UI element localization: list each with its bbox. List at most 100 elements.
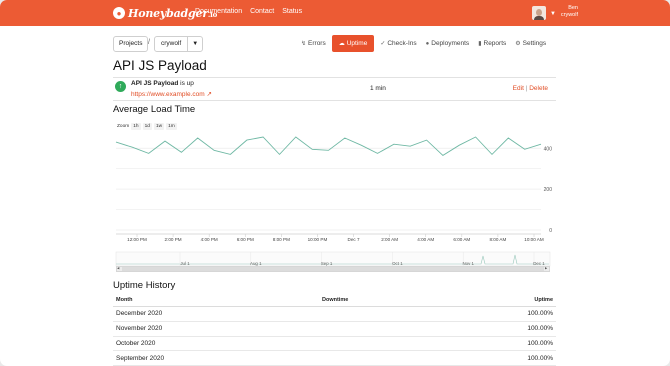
nav-documentation[interactable]: Documentation: [195, 8, 242, 15]
tab-reports[interactable]: ▮ Reports: [475, 35, 509, 52]
x-tick-label: 2:00 PM: [165, 237, 182, 242]
row-uptime: 100.00%: [438, 350, 556, 366]
row-downtime: [319, 306, 439, 322]
x-tick-label: 8:00 AM: [489, 237, 506, 242]
tab-errors[interactable]: ↯ Errors: [298, 35, 329, 52]
top-nav: Documentation Contact Status: [195, 8, 302, 15]
tab-label: Check-Ins: [387, 40, 417, 47]
tab-checkins[interactable]: ✓ Check-Ins: [377, 35, 419, 52]
y-tick-label: 0: [549, 228, 552, 234]
y-tick-label: 400: [544, 146, 553, 152]
check-status-row: ↑ API JS Payload is up https://www.examp…: [113, 78, 556, 100]
check-icon: ✓: [380, 41, 386, 47]
nav-contact[interactable]: Contact: [250, 8, 274, 15]
row-uptime: 100.00%: [438, 306, 556, 322]
chevron-left-icon[interactable]: ◀: [117, 266, 121, 270]
x-tick-label: 10:00 AM: [524, 237, 544, 242]
column-month: Month: [113, 295, 319, 307]
user-team: crywolf: [560, 12, 578, 18]
x-tick-label: Dec 7: [348, 237, 360, 242]
tab-uptime[interactable]: ☁ Uptime: [331, 35, 375, 52]
chart-scrollbar[interactable]: ◀ ▶: [116, 266, 550, 272]
x-tick-label: 2:00 AM: [381, 237, 398, 242]
tab-label: Settings: [522, 40, 547, 47]
user-name: Ben: [568, 5, 578, 11]
tab-label: Reports: [483, 40, 507, 47]
arrow-up-icon: ↑: [115, 81, 126, 92]
table-row: October 2020 100.00%: [113, 336, 556, 352]
avatar[interactable]: [532, 6, 546, 20]
cloud-icon: ☁: [338, 41, 345, 47]
table-row: November 2020 100.00%: [113, 321, 556, 337]
page-title: API JS Payload: [113, 58, 207, 73]
divider: [113, 100, 556, 101]
row-downtime: [319, 350, 439, 366]
zoom-1m[interactable]: 1m: [166, 123, 177, 130]
check-url-text: https://www.example.com: [131, 91, 205, 98]
load-time-title: Average Load Time: [113, 104, 196, 115]
load-time-chart[interactable]: 0 200 400 12:00 PM 2:00 PM 4:00 PM 6:00 PM 8:00…: [113, 130, 558, 278]
row-month: September 2020: [113, 350, 319, 366]
badger-icon: ●: [113, 7, 125, 19]
column-uptime: Uptime: [438, 295, 556, 307]
top-bar: ● Honeybadger.io Documentation Contact S…: [0, 0, 670, 26]
action-separator: |: [525, 85, 528, 92]
external-link-icon: ↗: [206, 91, 212, 98]
series-line: [115, 136, 542, 156]
gear-icon: ⚙: [515, 41, 521, 47]
zoom-controls: Zoom 1h 1d 1w 1m: [117, 123, 177, 130]
scrollbar-thumb[interactable]: [122, 267, 544, 271]
x-tick-label: 12:00 PM: [127, 237, 147, 242]
edit-link[interactable]: Edit: [513, 85, 524, 92]
zoom-1h[interactable]: 1h: [131, 123, 141, 130]
uptime-history-title: Uptime History: [113, 280, 176, 291]
project-selector[interactable]: crywolf ▼: [154, 36, 204, 52]
tab-deployments[interactable]: ● Deployments: [423, 35, 473, 52]
row-month: December 2020: [113, 306, 319, 322]
chevron-down-icon[interactable]: ▼: [188, 37, 202, 51]
user-menu[interactable]: Ben crywolf: [561, 5, 578, 19]
check-actions: Edit | Delete: [513, 85, 548, 92]
x-tick-label: 4:00 AM: [417, 237, 434, 242]
x-tick-label: 8:00 PM: [273, 237, 290, 242]
zoom-label: Zoom: [117, 124, 130, 129]
uptime-history-table: Month Downtime Uptime December 2020 100.…: [113, 295, 556, 366]
table-header-row: Month Downtime Uptime: [113, 295, 556, 307]
check-interval: 1 min: [370, 85, 386, 92]
tab-label: Errors: [308, 40, 326, 47]
row-downtime: [319, 336, 439, 352]
project-name: crywolf: [155, 37, 189, 51]
app-window: ● Honeybadger.io Documentation Contact S…: [0, 0, 670, 366]
delete-link[interactable]: Delete: [529, 85, 548, 92]
projects-button[interactable]: Projects: [113, 36, 149, 52]
chevron-right-icon[interactable]: ▶: [545, 266, 549, 270]
row-month: October 2020: [113, 336, 319, 352]
zoom-1d[interactable]: 1d: [142, 123, 152, 130]
x-tick-label: 10:00 PM: [308, 237, 328, 242]
x-tick-label: 6:00 AM: [453, 237, 470, 242]
row-month: November 2020: [113, 321, 319, 337]
bolt-icon: ↯: [301, 41, 307, 47]
check-state: is up: [180, 80, 194, 87]
zoom-1w[interactable]: 1w: [153, 123, 165, 130]
tab-settings[interactable]: ⚙ Settings: [512, 35, 549, 52]
tab-label: Deployments: [431, 40, 470, 47]
check-name: API JS Payload: [131, 80, 179, 87]
chevron-down-icon[interactable]: ▼: [550, 11, 556, 17]
y-tick-label: 200: [544, 187, 553, 193]
check-url[interactable]: https://www.example.com ↗: [131, 90, 212, 98]
check-title: API JS Payload is up: [131, 80, 194, 87]
table-row: September 2020 100.00%: [113, 350, 556, 366]
globe-icon: ●: [425, 40, 430, 47]
project-tabs: ↯ Errors ☁ Uptime ✓ Check-Ins ● Deployme…: [298, 35, 552, 52]
breadcrumb-separator: /: [148, 39, 150, 46]
row-uptime: 100.00%: [438, 336, 556, 352]
row-downtime: [319, 321, 439, 337]
file-icon: ▮: [478, 41, 482, 47]
x-tick-label: 4:00 PM: [201, 237, 218, 242]
x-tick-label: 6:00 PM: [237, 237, 254, 242]
nav-status[interactable]: Status: [282, 8, 302, 15]
table-row: December 2020 100.00%: [113, 306, 556, 322]
tab-label: Uptime: [346, 40, 368, 47]
column-downtime: Downtime: [319, 295, 439, 307]
